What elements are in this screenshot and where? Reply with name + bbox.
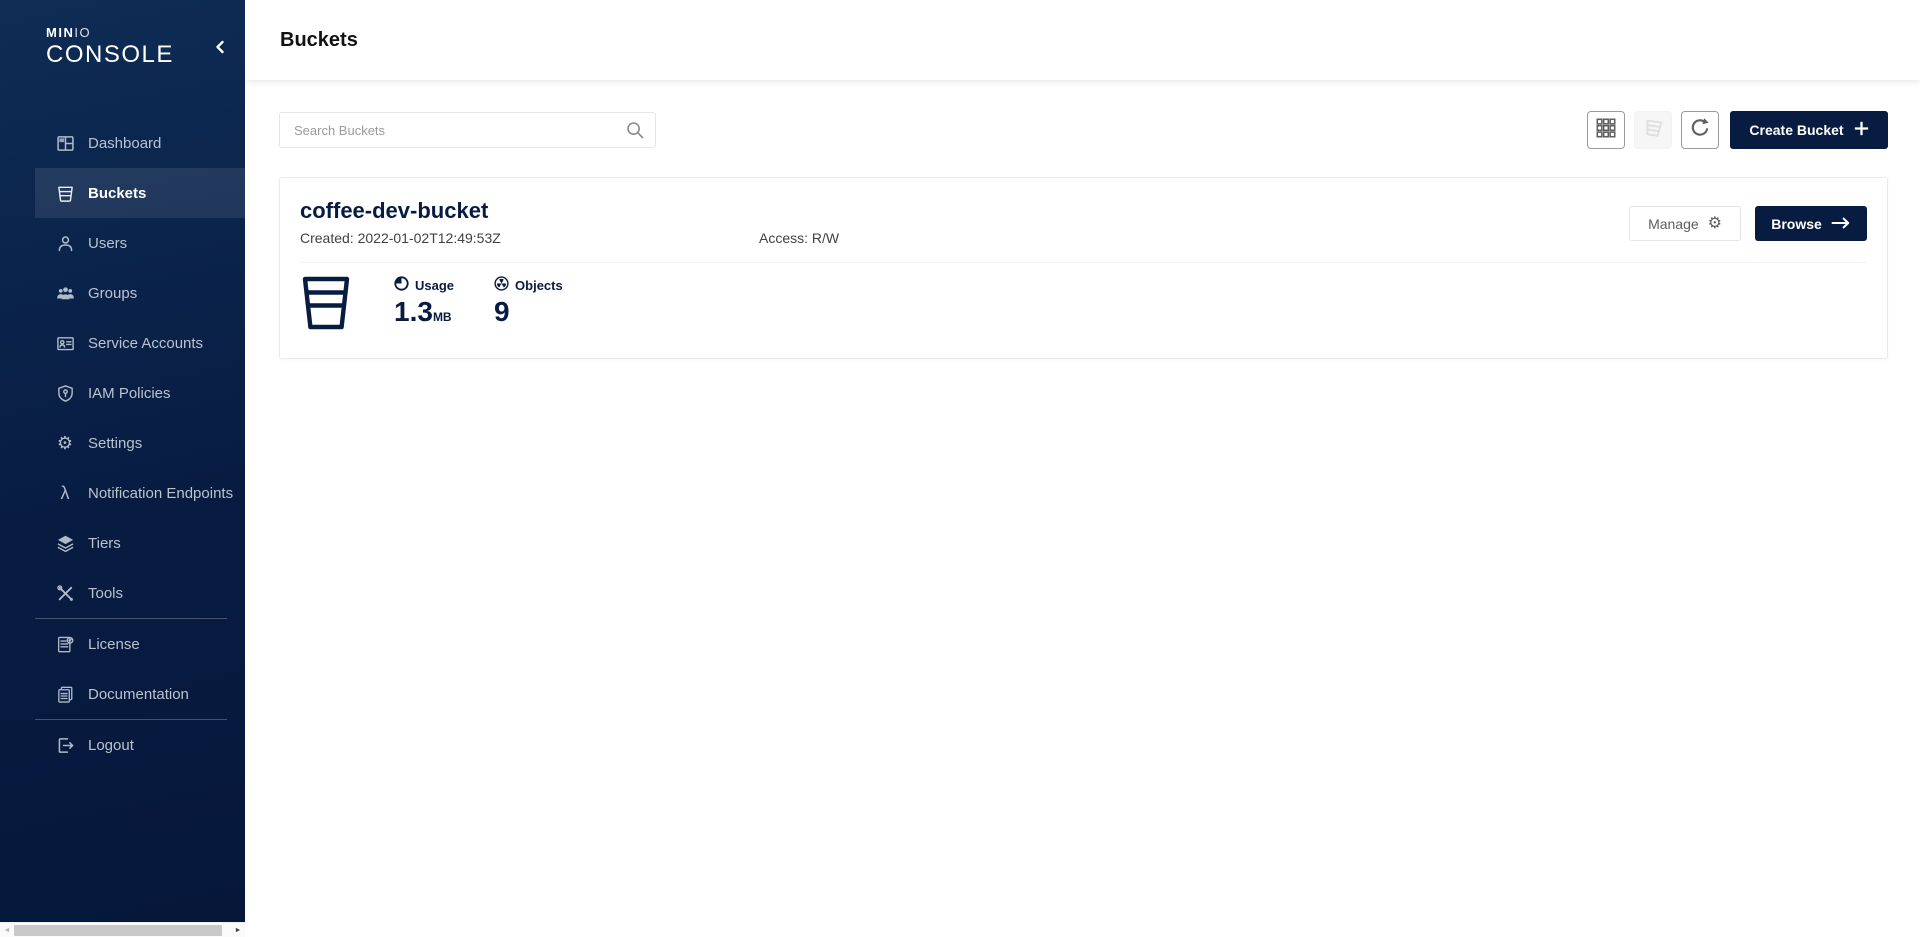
main-area: Buckets <box>245 0 1920 937</box>
search-icon <box>625 120 645 145</box>
brand-minio-light: IO <box>74 25 91 40</box>
refresh-button[interactable] <box>1681 111 1719 149</box>
bucket-card: coffee-dev-bucket Created: 2022-01-02T12… <box>279 177 1888 359</box>
sidebar-item-label: Documentation <box>88 686 189 703</box>
sidebar-item-label: License <box>88 636 140 653</box>
sidebar-item-documentation[interactable]: Documentation <box>0 669 245 719</box>
objects-stat: Objects 9 <box>494 276 563 327</box>
sidebar-item-service-accounts[interactable]: Service Accounts <box>0 318 245 368</box>
sidebar-item-label: Notification Endpoints <box>88 485 233 502</box>
sidebar-item-label: Settings <box>88 435 142 452</box>
card-divider <box>300 262 1867 263</box>
sidebar-item-notification-endpoints[interactable]: λ Notification Endpoints <box>0 468 245 518</box>
scrollbar-right-arrow-icon[interactable]: ► <box>231 923 245 937</box>
settings-gear-icon: ⚙ <box>55 433 75 453</box>
usage-label-row: Usage <box>394 276 454 294</box>
sidebar-item-label: Service Accounts <box>88 335 203 352</box>
usage-number: 1.3 <box>394 296 433 327</box>
tiers-layers-icon <box>55 533 75 553</box>
scrollbar-thumb[interactable] <box>14 925 222 936</box>
content-area: Create Bucket coffee-dev-bucket Created:… <box>245 80 1920 359</box>
sidebar-item-groups[interactable]: Groups <box>0 268 245 318</box>
objects-icon <box>494 276 509 294</box>
usage-unit: MB <box>433 310 452 324</box>
search-buckets-input[interactable] <box>279 112 656 148</box>
sidebar-item-iam-policies[interactable]: IAM Policies <box>0 368 245 418</box>
sidebar-item-label: Users <box>88 235 127 252</box>
users-icon <box>55 233 75 253</box>
groups-icon <box>55 283 75 303</box>
toolbar-buttons: Create Bucket <box>1587 111 1888 149</box>
bucket-list-view-icon <box>1642 117 1664 144</box>
sidebar-item-label: Tools <box>88 585 123 602</box>
buckets-icon <box>55 183 75 203</box>
sidebar-item-tools[interactable]: Tools <box>0 568 245 618</box>
service-accounts-icon <box>55 333 75 353</box>
sidebar-item-label: Groups <box>88 285 137 302</box>
sidebar-item-label: Dashboard <box>88 135 161 152</box>
page-title: Buckets <box>280 29 358 52</box>
sidebar-item-settings[interactable]: ⚙ Settings <box>0 418 245 468</box>
sidebar-item-label: IAM Policies <box>88 385 171 402</box>
bucket-access-text: Access: R/W <box>759 230 839 246</box>
usage-pie-icon <box>394 276 409 294</box>
bucket-large-icon <box>302 276 350 335</box>
sidebar-item-users[interactable]: Users <box>0 218 245 268</box>
sidebar-item-dashboard[interactable]: Dashboard <box>0 118 245 168</box>
horizontal-scrollbar[interactable]: ◄ ► <box>0 922 245 937</box>
browse-label: Browse <box>1771 216 1822 232</box>
brand-logo: MINIO CONSOLE <box>0 0 245 118</box>
plus-icon <box>1854 121 1869 139</box>
documentation-icon <box>55 684 75 704</box>
create-bucket-label: Create Bucket <box>1749 122 1843 138</box>
controls-row: Create Bucket <box>279 111 1888 149</box>
objects-label: Objects <box>515 278 563 293</box>
bucket-list-view-button[interactable] <box>1634 111 1672 149</box>
bucket-created-text: Created: 2022-01-02T12:49:53Z <box>300 230 759 246</box>
dashboard-icon <box>55 133 75 153</box>
manage-label: Manage <box>1648 216 1699 232</box>
grid-view-button[interactable] <box>1587 111 1625 149</box>
chevron-left-icon <box>213 39 227 60</box>
grid-view-icon <box>1595 117 1617 144</box>
sidebar-item-label: Tiers <box>88 535 121 552</box>
usage-label: Usage <box>415 278 454 293</box>
sidebar-item-tiers[interactable]: Tiers <box>0 518 245 568</box>
sidebar-collapse-button[interactable] <box>209 38 231 60</box>
brand-minio-bold: MIN <box>46 25 74 40</box>
sidebar-item-label: Logout <box>88 737 134 754</box>
lambda-icon: λ <box>55 483 75 503</box>
sidebar-item-buckets[interactable]: Buckets <box>0 168 245 218</box>
sidebar-item-logout[interactable]: Logout <box>0 720 245 770</box>
gear-icon: ⚙ <box>1708 216 1722 232</box>
sidebar-item-license[interactable]: License <box>0 619 245 669</box>
objects-label-row: Objects <box>494 276 563 294</box>
scrollbar-left-arrow-icon[interactable]: ◄ <box>0 923 14 937</box>
usage-value: 1.3MB <box>394 297 454 332</box>
iam-policies-icon <box>55 383 75 403</box>
sidebar-item-label: Buckets <box>88 185 146 202</box>
browse-button[interactable]: Browse <box>1755 206 1867 241</box>
arrow-right-icon <box>1831 216 1851 232</box>
manage-button[interactable]: Manage ⚙ <box>1629 206 1741 241</box>
bucket-card-actions: Manage ⚙ Browse <box>1629 206 1867 241</box>
bucket-stats-row: Usage 1.3MB Objects 9 <box>300 276 1867 335</box>
objects-value: 9 <box>494 297 563 327</box>
sidebar: MINIO CONSOLE Dashboard Buckets Users Gr… <box>0 0 245 922</box>
usage-stat: Usage 1.3MB <box>394 276 454 332</box>
search-wrap <box>279 112 656 148</box>
create-bucket-button[interactable]: Create Bucket <box>1730 111 1888 149</box>
license-icon <box>55 634 75 654</box>
page-header: Buckets <box>245 0 1920 80</box>
refresh-icon <box>1689 117 1711 144</box>
logout-icon <box>55 735 75 755</box>
tools-icon <box>55 583 75 603</box>
